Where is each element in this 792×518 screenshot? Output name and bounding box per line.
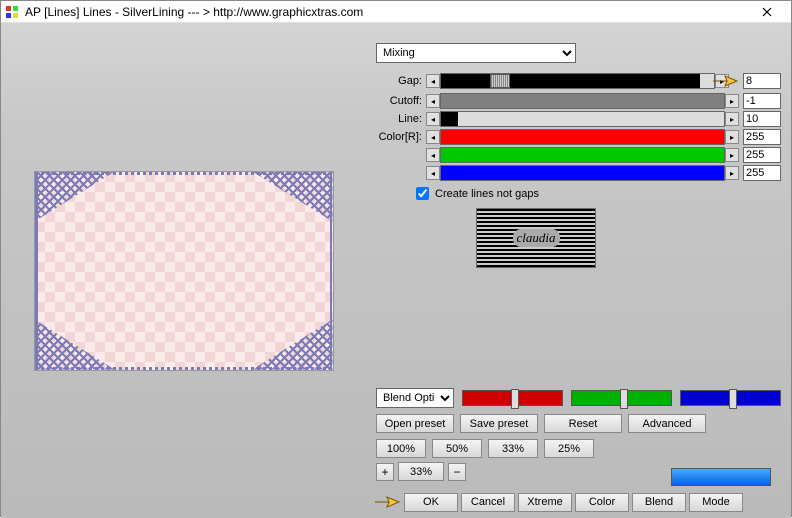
color-button[interactable]: Color — [575, 493, 629, 512]
line-inc[interactable]: ▸ — [725, 112, 739, 126]
r-inc[interactable]: ▸ — [725, 130, 739, 144]
window-title: AP [Lines] Lines - SilverLining --- > ht… — [25, 5, 747, 19]
cancel-button[interactable]: Cancel — [461, 493, 515, 512]
cutoff-inc[interactable]: ▸ — [725, 94, 739, 108]
line-slider[interactable] — [440, 111, 725, 127]
bottom-bar: OK Cancel Xtreme Color Blend Mode — [373, 492, 781, 512]
preview-pane — [1, 23, 366, 518]
blend-options-dropdown[interactable]: Blend Optio — [376, 388, 454, 408]
close-button[interactable] — [747, 1, 787, 23]
zoom-value: 33% — [398, 462, 444, 481]
b-value[interactable] — [743, 165, 781, 181]
hand-pointer-icon — [373, 492, 401, 512]
controls-pane: Mixing Gap: ◂ ▸ Cutoff: ◂ — [366, 23, 791, 518]
close-icon — [762, 7, 772, 17]
create-lines-label: Create lines not gaps — [435, 188, 539, 200]
b-slider[interactable] — [440, 165, 725, 181]
zoom-in-button[interactable]: + — [376, 463, 394, 481]
b-inc[interactable]: ▸ — [725, 166, 739, 180]
r-slider[interactable] — [440, 129, 725, 145]
line-label: Line: — [376, 113, 426, 125]
b-fill — [441, 166, 724, 180]
r-dec[interactable]: ◂ — [426, 130, 440, 144]
advanced-button[interactable]: Advanced — [628, 414, 706, 433]
hand-pointer-icon — [711, 71, 739, 91]
xtreme-button[interactable]: Xtreme — [518, 493, 572, 512]
gap-handle[interactable] — [490, 74, 510, 88]
blend-g-slider[interactable] — [571, 390, 672, 406]
zoom-100-button[interactable]: 100% — [376, 439, 426, 458]
cutoff-slider[interactable] — [440, 93, 725, 109]
app-icon — [5, 5, 19, 19]
plugin-window: AP [Lines] Lines - SilverLining --- > ht… — [0, 0, 792, 517]
dialog-body: Mixing Gap: ◂ ▸ Cutoff: ◂ — [1, 23, 791, 518]
ok-button[interactable]: OK — [404, 493, 458, 512]
mode-button[interactable]: Mode — [689, 493, 743, 512]
g-slider[interactable] — [440, 147, 725, 163]
titlebar: AP [Lines] Lines - SilverLining --- > ht… — [1, 1, 791, 23]
g-dec[interactable]: ◂ — [426, 148, 440, 162]
mode-dropdown[interactable]: Mixing — [376, 43, 576, 63]
blend-b-thumb[interactable] — [729, 389, 737, 409]
blend-button[interactable]: Blend — [632, 493, 686, 512]
zoom-33-button[interactable]: 33% — [488, 439, 538, 458]
cutoff-dec[interactable]: ◂ — [426, 94, 440, 108]
gap-dec[interactable]: ◂ — [426, 74, 440, 88]
zoom-50-button[interactable]: 50% — [432, 439, 482, 458]
g-value[interactable] — [743, 147, 781, 163]
reset-button[interactable]: Reset — [544, 414, 622, 433]
cutoff-label: Cutoff: — [376, 95, 426, 107]
line-value[interactable] — [743, 111, 781, 127]
logo-image: claudia — [476, 208, 596, 268]
line-dec[interactable]: ◂ — [426, 112, 440, 126]
gap-value[interactable] — [743, 73, 781, 89]
blend-r-thumb[interactable] — [511, 389, 519, 409]
color-swatch[interactable] — [671, 468, 771, 486]
gap-fill — [441, 74, 700, 88]
g-inc[interactable]: ▸ — [725, 148, 739, 162]
open-preset-button[interactable]: Open preset — [376, 414, 454, 433]
b-dec[interactable]: ◂ — [426, 166, 440, 180]
save-preset-button[interactable]: Save preset — [460, 414, 538, 433]
blend-r-slider[interactable] — [462, 390, 563, 406]
line-fill — [441, 112, 458, 126]
blend-b-slider[interactable] — [680, 390, 781, 406]
create-lines-checkbox[interactable] — [416, 187, 429, 200]
preview-image[interactable] — [34, 171, 334, 371]
gap-label: Gap: — [376, 75, 426, 87]
color-r-label: Color[R]: — [376, 131, 426, 143]
g-fill — [441, 148, 724, 162]
cutoff-fill — [441, 94, 724, 108]
zoom-25-button[interactable]: 25% — [544, 439, 594, 458]
gap-slider[interactable] — [440, 73, 715, 89]
lines-border — [35, 172, 333, 370]
r-fill — [441, 130, 724, 144]
zoom-out-button[interactable]: − — [448, 463, 466, 481]
blend-g-thumb[interactable] — [620, 389, 628, 409]
r-value[interactable] — [743, 129, 781, 145]
logo-text: claudia — [513, 229, 560, 247]
cutoff-value[interactable] — [743, 93, 781, 109]
